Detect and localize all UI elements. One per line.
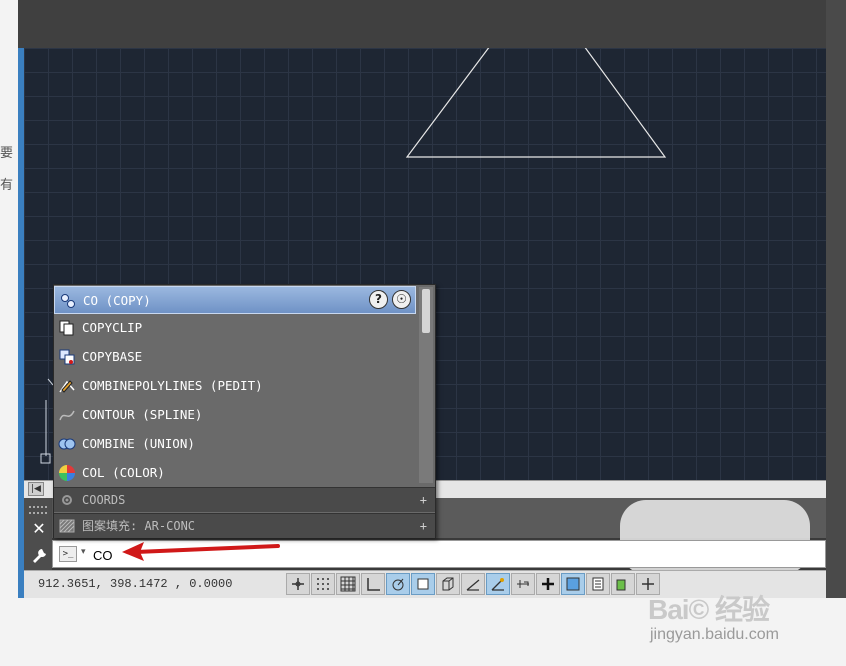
scroll-left-button[interactable]: |◀ xyxy=(28,482,44,496)
group-label: COORDS xyxy=(82,493,126,507)
autocomplete-item[interactable]: COPYBASE xyxy=(54,343,416,371)
command-autocomplete-list[interactable]: CO (COPY) ? ☉ COPYCLIP COPYBASE COMBINEP… xyxy=(53,284,436,538)
autocomplete-group-hatch[interactable]: 图案填充: AR-CONC + xyxy=(54,513,435,538)
autocomplete-item[interactable]: COMBINE (UNION) xyxy=(54,430,416,458)
autocomplete-scrollbar[interactable] xyxy=(419,287,433,483)
autocomplete-item[interactable]: CONTOUR (SPLINE) xyxy=(54,401,416,429)
coordinate-readout: 912.3651, 398.1472 , 0.0000 xyxy=(38,577,233,591)
command-prompt-icon[interactable]: >_ xyxy=(59,546,77,562)
autocomplete-item[interactable]: COMBINEPOLYLINES (PEDIT) xyxy=(54,372,416,400)
autocomplete-item-label: CO (COPY) xyxy=(83,293,151,308)
page-right-margin xyxy=(826,0,846,598)
page-left-margin: 要 有 xyxy=(0,0,18,666)
autocomplete-item-label: COPYBASE xyxy=(82,349,143,364)
wrench-icon[interactable] xyxy=(29,546,49,566)
baidu-watermark: Bai© 经验 jingyan.baidu.com xyxy=(648,588,808,648)
pedit-icon xyxy=(59,380,75,393)
lineweight-toggle[interactable] xyxy=(536,573,560,595)
spline-icon xyxy=(59,410,75,421)
ducs-toggle[interactable] xyxy=(486,573,510,595)
close-icon[interactable]: ✕ xyxy=(30,520,48,538)
grid-toggle[interactable] xyxy=(336,573,360,595)
snap-toggle[interactable] xyxy=(311,573,335,595)
quick-properties-toggle[interactable] xyxy=(586,573,610,595)
scrollbar-thumb[interactable] xyxy=(422,289,430,333)
gear-icon xyxy=(62,495,72,505)
selected-item-tools: ? ☉ xyxy=(369,290,411,309)
copyclip-icon xyxy=(59,320,74,336)
drag-grip-icon[interactable] xyxy=(29,506,47,514)
autocomplete-item[interactable]: COPYCLIP xyxy=(54,314,416,342)
3d-osnap-toggle[interactable] xyxy=(436,573,460,595)
color-wheel-icon xyxy=(59,465,75,481)
transparency-toggle[interactable] xyxy=(561,573,585,595)
help-icon[interactable]: ? xyxy=(369,290,388,309)
autocomplete-group-coords[interactable]: COORDS + xyxy=(54,487,435,512)
union-icon xyxy=(58,438,76,450)
dyn-toggle[interactable] xyxy=(511,573,535,595)
triangle-shape[interactable] xyxy=(405,48,667,158)
page-top-strip xyxy=(0,0,846,48)
autocomplete-item[interactable]: COL (COLOR) xyxy=(54,459,416,487)
group-label: 图案填充: AR-CONC xyxy=(82,519,196,533)
page-side-text-1: 要 xyxy=(0,146,14,161)
copybase-icon xyxy=(59,349,75,365)
online-search-icon[interactable]: ☉ xyxy=(392,290,411,309)
autocomplete-item-label: CONTOUR (SPLINE) xyxy=(82,407,203,422)
infer-constraints-toggle[interactable] xyxy=(286,573,310,595)
selection-cycling-toggle[interactable] xyxy=(611,573,635,595)
command-window-tools: ✕ xyxy=(24,498,52,570)
polar-toggle[interactable] xyxy=(386,573,410,595)
autocomplete-item-label: COMBINE (UNION) xyxy=(82,436,195,451)
drafting-toggles xyxy=(286,573,660,595)
page-side-text-2: 有 xyxy=(0,178,14,193)
annotation-arrow-icon xyxy=(122,542,280,561)
autocomplete-item-label: COMBINEPOLYLINES (PEDIT) xyxy=(82,378,263,393)
hatch-icon xyxy=(59,519,75,533)
watermark-logo: Bai© 经验 xyxy=(648,594,770,625)
copy-icon xyxy=(61,294,75,308)
watermark-url: jingyan.baidu.com xyxy=(650,626,779,643)
osnap-toggle[interactable] xyxy=(411,573,435,595)
autocomplete-item-selected[interactable]: CO (COPY) ? ☉ xyxy=(54,286,416,314)
expand-icon[interactable]: + xyxy=(420,514,427,539)
autocomplete-item-label: COPYCLIP xyxy=(82,320,143,335)
ortho-toggle[interactable] xyxy=(361,573,385,595)
autocomplete-item-label: COL (COLOR) xyxy=(82,465,165,480)
expand-icon[interactable]: + xyxy=(420,488,427,513)
chevron-down-icon[interactable]: ▾ xyxy=(81,547,86,557)
otrack-toggle[interactable] xyxy=(461,573,485,595)
